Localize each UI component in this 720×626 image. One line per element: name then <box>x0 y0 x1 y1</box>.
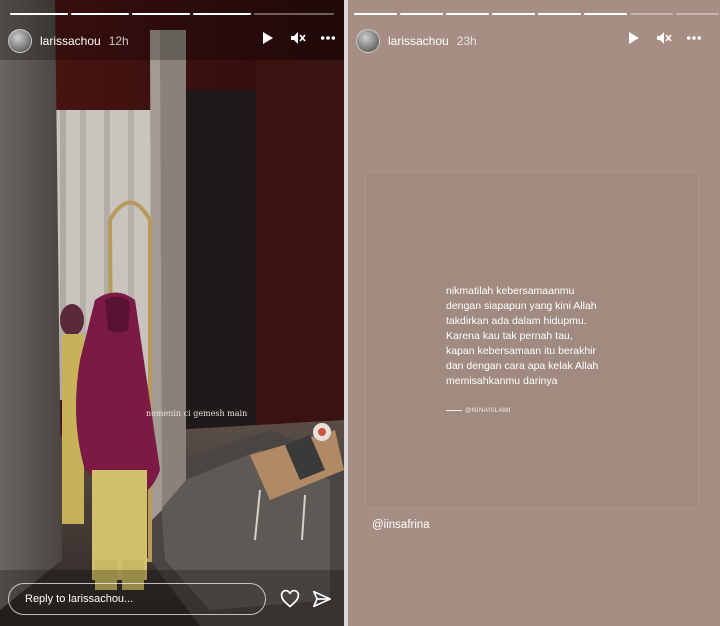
avatar[interactable] <box>8 29 32 53</box>
story-progress <box>10 13 334 15</box>
mention-sticker[interactable]: @iinsafrina <box>372 519 430 531</box>
quote-line: dengan siapapun yang kini Allah <box>446 300 597 312</box>
progress-segment <box>10 13 68 15</box>
username[interactable]: larissachou <box>40 34 101 48</box>
left-story[interactable]: larissachou 12h nemenin ci gemesh main R… <box>0 0 344 626</box>
more-icon[interactable] <box>320 30 336 46</box>
heart-icon[interactable] <box>280 589 300 609</box>
quote-line: kapan kebersamaan itu berakhir <box>446 345 597 357</box>
quote-signature-text: @NINAISLAMI <box>465 407 511 414</box>
progress-segment <box>400 13 443 15</box>
play-icon[interactable] <box>626 30 642 46</box>
progress-segment <box>193 13 251 15</box>
send-icon[interactable] <box>312 590 332 608</box>
more-icon[interactable] <box>686 30 702 46</box>
quote-line: memisahkanmu darinya <box>446 375 558 387</box>
story-header: larissachou 23h <box>356 28 477 54</box>
play-icon[interactable] <box>260 30 276 46</box>
timestamp: 12h <box>108 34 129 48</box>
quote-text: nikmatilah kebersamaanmu dengan siapapun… <box>446 284 686 389</box>
progress-segment <box>584 13 627 15</box>
quote-line: dan dengan cara apa kelak Allah <box>446 360 599 372</box>
reply-input[interactable]: Reply to larissachou... <box>8 583 266 615</box>
mute-icon[interactable] <box>656 30 672 46</box>
right-story[interactable]: larissachou 23h nikmatilah kebersamaanmu… <box>348 0 720 626</box>
progress-segment <box>354 13 397 15</box>
username[interactable]: larissachou <box>388 34 449 48</box>
mute-icon[interactable] <box>290 30 306 46</box>
progress-segment <box>132 13 190 15</box>
story-header: larissachou 12h <box>8 28 129 54</box>
quote-line: Karena kau tak pernah tau, <box>446 330 573 342</box>
progress-segment <box>676 13 719 15</box>
progress-segment <box>254 13 334 15</box>
quote-card: nikmatilah kebersamaanmu dengan siapapun… <box>366 173 698 507</box>
progress-segment <box>446 13 489 15</box>
quote-line: nikmatilah kebersamaanmu <box>446 285 575 297</box>
quote-signature: @NINAISLAMI <box>446 407 511 414</box>
avatar[interactable] <box>356 29 380 53</box>
progress-segment <box>492 13 535 15</box>
progress-segment <box>538 13 581 15</box>
story-controls <box>260 30 336 46</box>
progress-segment <box>630 13 673 15</box>
story-controls <box>626 30 702 46</box>
story-caption: nemenin ci gemesh main <box>146 409 248 418</box>
story-progress <box>354 13 719 15</box>
quote-line: takdirkan ada dalam hidupmu. <box>446 315 587 327</box>
story-photo <box>0 0 344 626</box>
timestamp: 23h <box>456 34 477 48</box>
progress-segment <box>71 13 129 15</box>
